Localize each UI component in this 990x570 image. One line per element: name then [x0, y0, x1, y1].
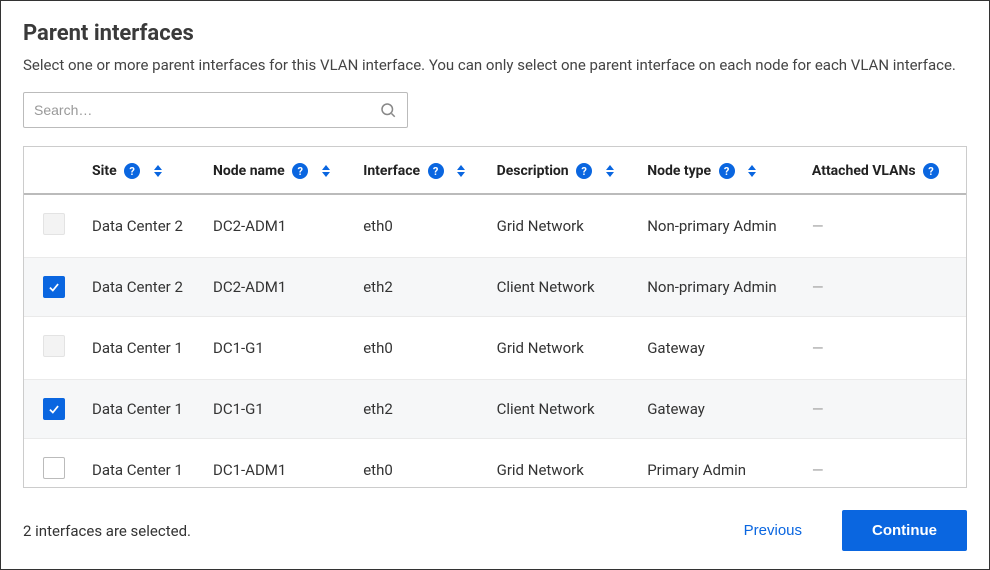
column-label-node-name: Node name: [213, 163, 285, 179]
cell-description: Grid Network: [489, 194, 640, 258]
help-icon[interactable]: ?: [292, 163, 308, 179]
help-icon[interactable]: ?: [428, 163, 444, 179]
cell-node-name: DC2-ADM1: [205, 194, 355, 258]
column-header-attached-vlans: Attached VLANs ?: [804, 147, 966, 194]
row-checkbox[interactable]: [43, 398, 65, 420]
cell-node-type: Non-primary Admin: [639, 258, 804, 317]
sort-icon[interactable]: [748, 165, 756, 177]
help-icon[interactable]: ?: [576, 163, 592, 179]
cell-site: Data Center 1: [84, 439, 205, 487]
table-row: Data Center 1DC1-ADM1eth0Grid NetworkPri…: [24, 439, 966, 487]
column-header-node-name: Node name ?: [205, 147, 355, 194]
column-label-interface: Interface: [363, 163, 420, 179]
column-header-description: Description ?: [489, 147, 640, 194]
column-header-interface: Interface ?: [355, 147, 488, 194]
search-input[interactable]: [34, 102, 379, 118]
page-title: Parent interfaces: [23, 21, 967, 46]
cell-site: Data Center 1: [84, 380, 205, 439]
cell-description: Client Network: [489, 380, 640, 439]
cell-node-type: Gateway: [639, 317, 804, 380]
cell-node-name: DC1-G1: [205, 317, 355, 380]
column-header-node-type: Node type ?: [639, 147, 804, 194]
cell-site: Data Center 2: [84, 258, 205, 317]
column-header-checkbox: [24, 147, 84, 194]
cell-interface: eth2: [355, 380, 488, 439]
help-icon[interactable]: ?: [719, 163, 735, 179]
cell-checkbox: [24, 439, 84, 487]
table-row: Data Center 1DC1-G1eth0Grid NetworkGatew…: [24, 317, 966, 380]
search-icon: [379, 101, 397, 119]
cell-node-name: DC1-ADM1: [205, 439, 355, 487]
cell-node-name: DC1-G1: [205, 380, 355, 439]
page-description: Select one or more parent interfaces for…: [23, 56, 967, 74]
column-label-description: Description: [497, 163, 569, 179]
column-label-node-type: Node type: [647, 163, 711, 179]
cell-description: Grid Network: [489, 439, 640, 487]
cell-description: Grid Network: [489, 317, 640, 380]
sort-icon[interactable]: [457, 165, 465, 177]
cell-checkbox: [24, 380, 84, 439]
row-checkbox: [43, 213, 65, 235]
help-icon[interactable]: ?: [124, 163, 140, 179]
cell-description: Client Network: [489, 258, 640, 317]
sort-icon[interactable]: [606, 165, 614, 177]
cell-attached-vlans: —: [804, 380, 966, 439]
row-checkbox[interactable]: [43, 276, 65, 298]
cell-attached-vlans: —: [804, 194, 966, 258]
row-checkbox: [43, 335, 65, 357]
interfaces-table-scroll[interactable]: Site ? Node name ? Interface ?: [24, 147, 966, 487]
cell-site: Data Center 1: [84, 317, 205, 380]
cell-checkbox: [24, 194, 84, 258]
sort-icon[interactable]: [322, 165, 330, 177]
continue-button[interactable]: Continue: [842, 510, 967, 551]
cell-node-type: Non-primary Admin: [639, 194, 804, 258]
interfaces-table: Site ? Node name ? Interface ?: [24, 147, 966, 487]
interfaces-table-frame: Site ? Node name ? Interface ?: [23, 146, 967, 488]
cell-interface: eth0: [355, 317, 488, 380]
cell-attached-vlans: —: [804, 258, 966, 317]
cell-node-type: Primary Admin: [639, 439, 804, 487]
footer-bar: 2 interfaces are selected. Previous Cont…: [23, 490, 967, 551]
cell-node-type: Gateway: [639, 380, 804, 439]
cell-interface: eth0: [355, 194, 488, 258]
column-header-site: Site ?: [84, 147, 205, 194]
cell-attached-vlans: —: [804, 317, 966, 380]
selected-count-text: 2 interfaces are selected.: [23, 522, 191, 540]
row-checkbox[interactable]: [43, 457, 65, 479]
cell-site: Data Center 2: [84, 194, 205, 258]
cell-interface: eth0: [355, 439, 488, 487]
previous-button[interactable]: Previous: [744, 522, 802, 539]
search-field-wrap: [23, 92, 408, 128]
column-label-attached-vlans: Attached VLANs: [812, 163, 916, 179]
table-row: Data Center 2DC2-ADM1eth0Grid NetworkNon…: [24, 194, 966, 258]
help-icon[interactable]: ?: [923, 163, 939, 179]
table-row: Data Center 2DC2-ADM1eth2Client NetworkN…: [24, 258, 966, 317]
cell-checkbox: [24, 317, 84, 380]
parent-interfaces-panel: Parent interfaces Select one or more par…: [0, 0, 990, 570]
cell-interface: eth2: [355, 258, 488, 317]
column-label-site: Site: [92, 163, 117, 179]
cell-checkbox: [24, 258, 84, 317]
cell-node-name: DC2-ADM1: [205, 258, 355, 317]
footer-actions: Previous Continue: [744, 510, 967, 551]
sort-icon[interactable]: [154, 165, 162, 177]
table-row: Data Center 1DC1-G1eth2Client NetworkGat…: [24, 380, 966, 439]
cell-attached-vlans: —: [804, 439, 966, 487]
table-header-row: Site ? Node name ? Interface ?: [24, 147, 966, 194]
